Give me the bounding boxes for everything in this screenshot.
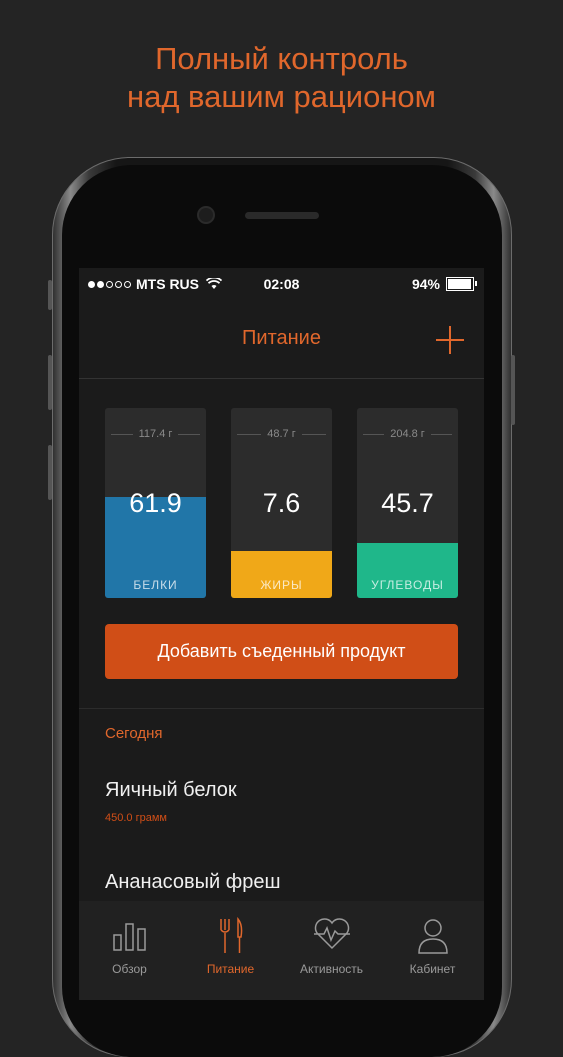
macro-limit: 117.4 г [105, 427, 206, 441]
camera-icon [199, 208, 213, 222]
macro-name: БЕЛКИ [133, 578, 178, 592]
side-button-volume-down [48, 445, 52, 500]
macro-value: 7.6 [262, 488, 301, 518]
plus-icon[interactable] [436, 326, 464, 354]
tab-label: Обзор [112, 962, 147, 976]
promo-line-1: Полный контроль [155, 41, 408, 76]
macro-name: УГЛЕВОДЫ [371, 578, 444, 592]
tab-activity[interactable]: Активность [281, 901, 382, 1000]
bar-chart-icon [112, 923, 146, 951]
status-bar: MTS RUS 02:08 94% [79, 268, 484, 300]
add-food-button[interactable]: Добавить съеденный продукт [105, 624, 458, 679]
macro-name: ЖИРЫ [260, 578, 303, 592]
tab-nutrition[interactable]: Питание [180, 901, 281, 1000]
macro-value: 45.7 [381, 488, 434, 518]
page-title: Питание [242, 327, 321, 349]
tab-label: Активность [299, 962, 363, 976]
promo-headline: Полный контроль над вашим рационом [0, 40, 563, 116]
tab-overview[interactable]: Обзор [79, 901, 180, 1000]
divider [79, 708, 484, 709]
macro-gauge-protein: 117.4 г 61.9 БЕЛКИ [105, 408, 206, 598]
macro-limit: 48.7 г [231, 427, 332, 441]
side-button-power [511, 355, 515, 425]
side-button-mute [48, 280, 52, 310]
app-screen: MTS RUS 02:08 94% Питание 117.4 г 61.9 Б… [79, 268, 484, 1000]
tab-bar: Обзор Питание Активность Кабинет [79, 901, 484, 1000]
macro-gauge-fat: 48.7 г 7.6 ЖИРЫ [231, 408, 332, 598]
tab-label: Питание [206, 962, 255, 976]
tab-account[interactable]: Кабинет [382, 901, 483, 1000]
speaker-grille [245, 212, 319, 219]
food-amount: 450.0 грамм [105, 812, 167, 824]
promo-line-2: над вашим рационом [126, 79, 436, 114]
food-name: Ананасовый фреш [105, 871, 281, 893]
section-header-today: Сегодня [105, 725, 163, 742]
macro-value: 61.9 [129, 488, 182, 518]
battery-icon [446, 277, 477, 291]
tab-label: Кабинет [409, 962, 456, 976]
macro-limit: 204.8 г [357, 427, 458, 441]
food-name: Яичный белок [105, 779, 237, 801]
fork-knife-icon [219, 917, 242, 953]
macro-gauge-carbs: 204.8 г 45.7 УГЛЕВОДЫ [357, 408, 458, 598]
battery-percent: 94% [411, 276, 440, 292]
side-button-volume-up [48, 355, 52, 410]
heart-pulse-icon [313, 918, 350, 950]
list-item[interactable]: Ананасовый фреш [105, 871, 281, 894]
list-item[interactable]: Яичный белок 450.0 грамм [105, 779, 237, 824]
nav-bar: Питание [79, 300, 484, 379]
user-icon [417, 919, 448, 954]
